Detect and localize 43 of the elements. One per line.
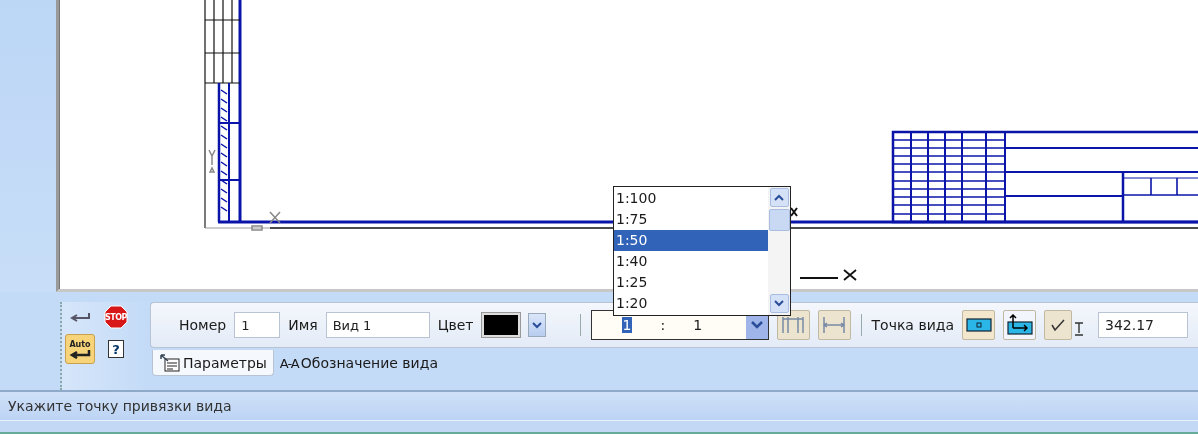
stop-button[interactable]: STOP: [104, 305, 128, 329]
rectangle-arrows-icon: [1006, 314, 1033, 336]
view-point-label: Точка вида: [871, 317, 954, 333]
scroll-up-button[interactable]: [769, 188, 789, 207]
color-label: Цвет: [437, 317, 474, 333]
y-axis-icon: [208, 149, 216, 173]
help-button[interactable]: ?: [108, 340, 124, 358]
chevron-up-icon: [774, 194, 784, 201]
chevron-down-icon: [774, 300, 784, 307]
enter-icon: [69, 348, 91, 359]
color-swatch[interactable]: [481, 313, 520, 337]
color-dropdown-button[interactable]: [527, 313, 546, 337]
bracket-lines-icon: [781, 315, 805, 335]
chevron-down-icon: [750, 321, 763, 329]
x-axis-icon: [251, 211, 281, 231]
tab[interactable]: Параметры: [152, 350, 274, 376]
cross-mark-icon: [790, 207, 798, 217]
rectangle-point-icon: [965, 318, 992, 332]
auto-button[interactable]: Auto: [65, 334, 95, 364]
number-label: Номер: [179, 317, 227, 333]
number-field[interactable]: 1: [234, 312, 281, 338]
tab[interactable]: A-AОбозначение вида: [273, 350, 444, 376]
scale-option[interactable]: 1:75: [614, 209, 768, 230]
check-button[interactable]: [1044, 310, 1072, 340]
status-bar: Укажите точку привязки вида: [0, 390, 1198, 420]
bracket-lines-icon: [822, 315, 846, 335]
scale-option[interactable]: 1:25: [614, 272, 768, 293]
enter-icon[interactable]: [69, 312, 91, 322]
text-cursor-icon: [1074, 322, 1084, 336]
view-point-button[interactable]: [1003, 310, 1036, 340]
check-icon: [1049, 318, 1067, 332]
scroll-down-button[interactable]: [769, 294, 789, 313]
x-axis-icon: [799, 269, 857, 281]
scroll-thumb[interactable]: [768, 209, 790, 231]
chevron-down-icon: [531, 321, 542, 329]
coordinate-field[interactable]: 342.17: [1098, 312, 1188, 338]
scale-option[interactable]: 1:40: [614, 251, 768, 272]
dimension-button[interactable]: [776, 310, 810, 340]
scale-option[interactable]: 1:100: [614, 188, 768, 209]
name-label: Имя: [288, 317, 318, 333]
name-field[interactable]: Вид 1: [325, 312, 430, 338]
scale-option[interactable]: 1:50: [614, 230, 768, 251]
form-icon: [159, 352, 181, 373]
